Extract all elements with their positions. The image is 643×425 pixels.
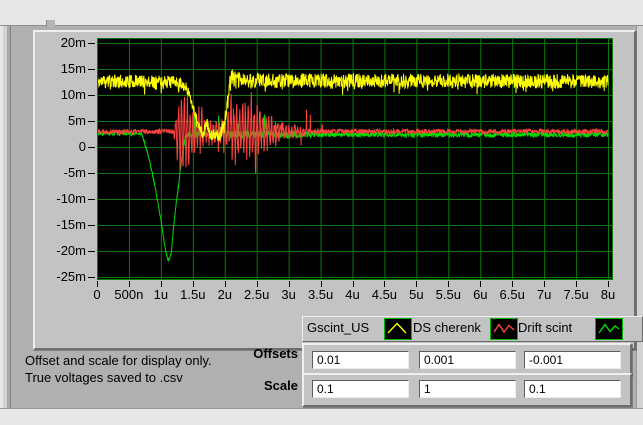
panel-left-ridge [0, 26, 11, 408]
plot-sample-icon[interactable] [384, 318, 412, 340]
plot-area [97, 38, 613, 280]
y-tick-mark [88, 147, 95, 148]
scale-label: Scale [230, 379, 298, 393]
plot-border [98, 39, 613, 280]
plot-legend: Gscint_US DS cherenk Drift scint [302, 316, 643, 342]
y-tick-label: 15m [42, 62, 86, 76]
y-tick-label: -15m [42, 218, 86, 232]
window-right-strip [636, 26, 643, 408]
offsets-cluster [302, 343, 632, 376]
scale-input-0[interactable] [312, 380, 409, 398]
offset-input-2[interactable] [524, 351, 621, 369]
y-tick-mark [88, 121, 95, 122]
y-tick-mark [88, 43, 95, 44]
offset-input-1[interactable] [419, 351, 516, 369]
y-tick-label: 10m [42, 88, 86, 102]
window-top-strip [0, 0, 643, 26]
y-tick-mark [88, 95, 95, 96]
scale-cluster [302, 373, 632, 407]
y-tick-label: -10m [42, 192, 86, 206]
window-bottom-strip [0, 408, 643, 425]
y-tick-mark [88, 251, 95, 252]
legend-entry-ds-cherenk[interactable]: DS cherenk [413, 318, 516, 338]
y-tick-label: -5m [42, 166, 86, 180]
y-tick-mark [88, 173, 95, 174]
note-line-1: Offset and scale for display only. [25, 352, 255, 369]
waveform-plot [97, 38, 613, 280]
plot-sample-icon[interactable] [595, 318, 623, 340]
y-tick-label: -20m [42, 244, 86, 258]
plot-sample-icon[interactable] [490, 318, 518, 340]
y-tick-mark [88, 199, 95, 200]
y-tick-mark [88, 225, 95, 226]
panel-origin-notch [46, 20, 55, 27]
note-text: Offset and scale for display only. True … [25, 352, 255, 386]
labview-front-panel: 20m15m10m5m0-5m-10m-15m-20m-25m 0500n1u1… [0, 0, 643, 425]
y-tick-label: 0 [42, 140, 86, 154]
y-tick-mark [88, 69, 95, 70]
y-tick-label: -25m [42, 270, 86, 284]
offsets-label: Offsets [230, 347, 298, 361]
y-tick-mark [88, 277, 95, 278]
legend-entry-label: DS cherenk [413, 318, 481, 338]
legend-entry-label: Gscint_US [307, 318, 369, 338]
legend-entry-drift-scint[interactable]: Drift scint [518, 318, 621, 338]
x-tick-label: 8u [586, 288, 630, 302]
y-tick-label: 20m [42, 36, 86, 50]
scale-input-2[interactable] [524, 380, 621, 398]
scale-input-1[interactable] [419, 380, 516, 398]
legend-entry-label: Drift scint [518, 318, 572, 338]
note-line-2: True voltages saved to .csv [25, 369, 255, 386]
legend-entry-gscint-us[interactable]: Gscint_US [307, 318, 410, 338]
offset-input-0[interactable] [312, 351, 409, 369]
y-tick-label: 5m [42, 114, 86, 128]
